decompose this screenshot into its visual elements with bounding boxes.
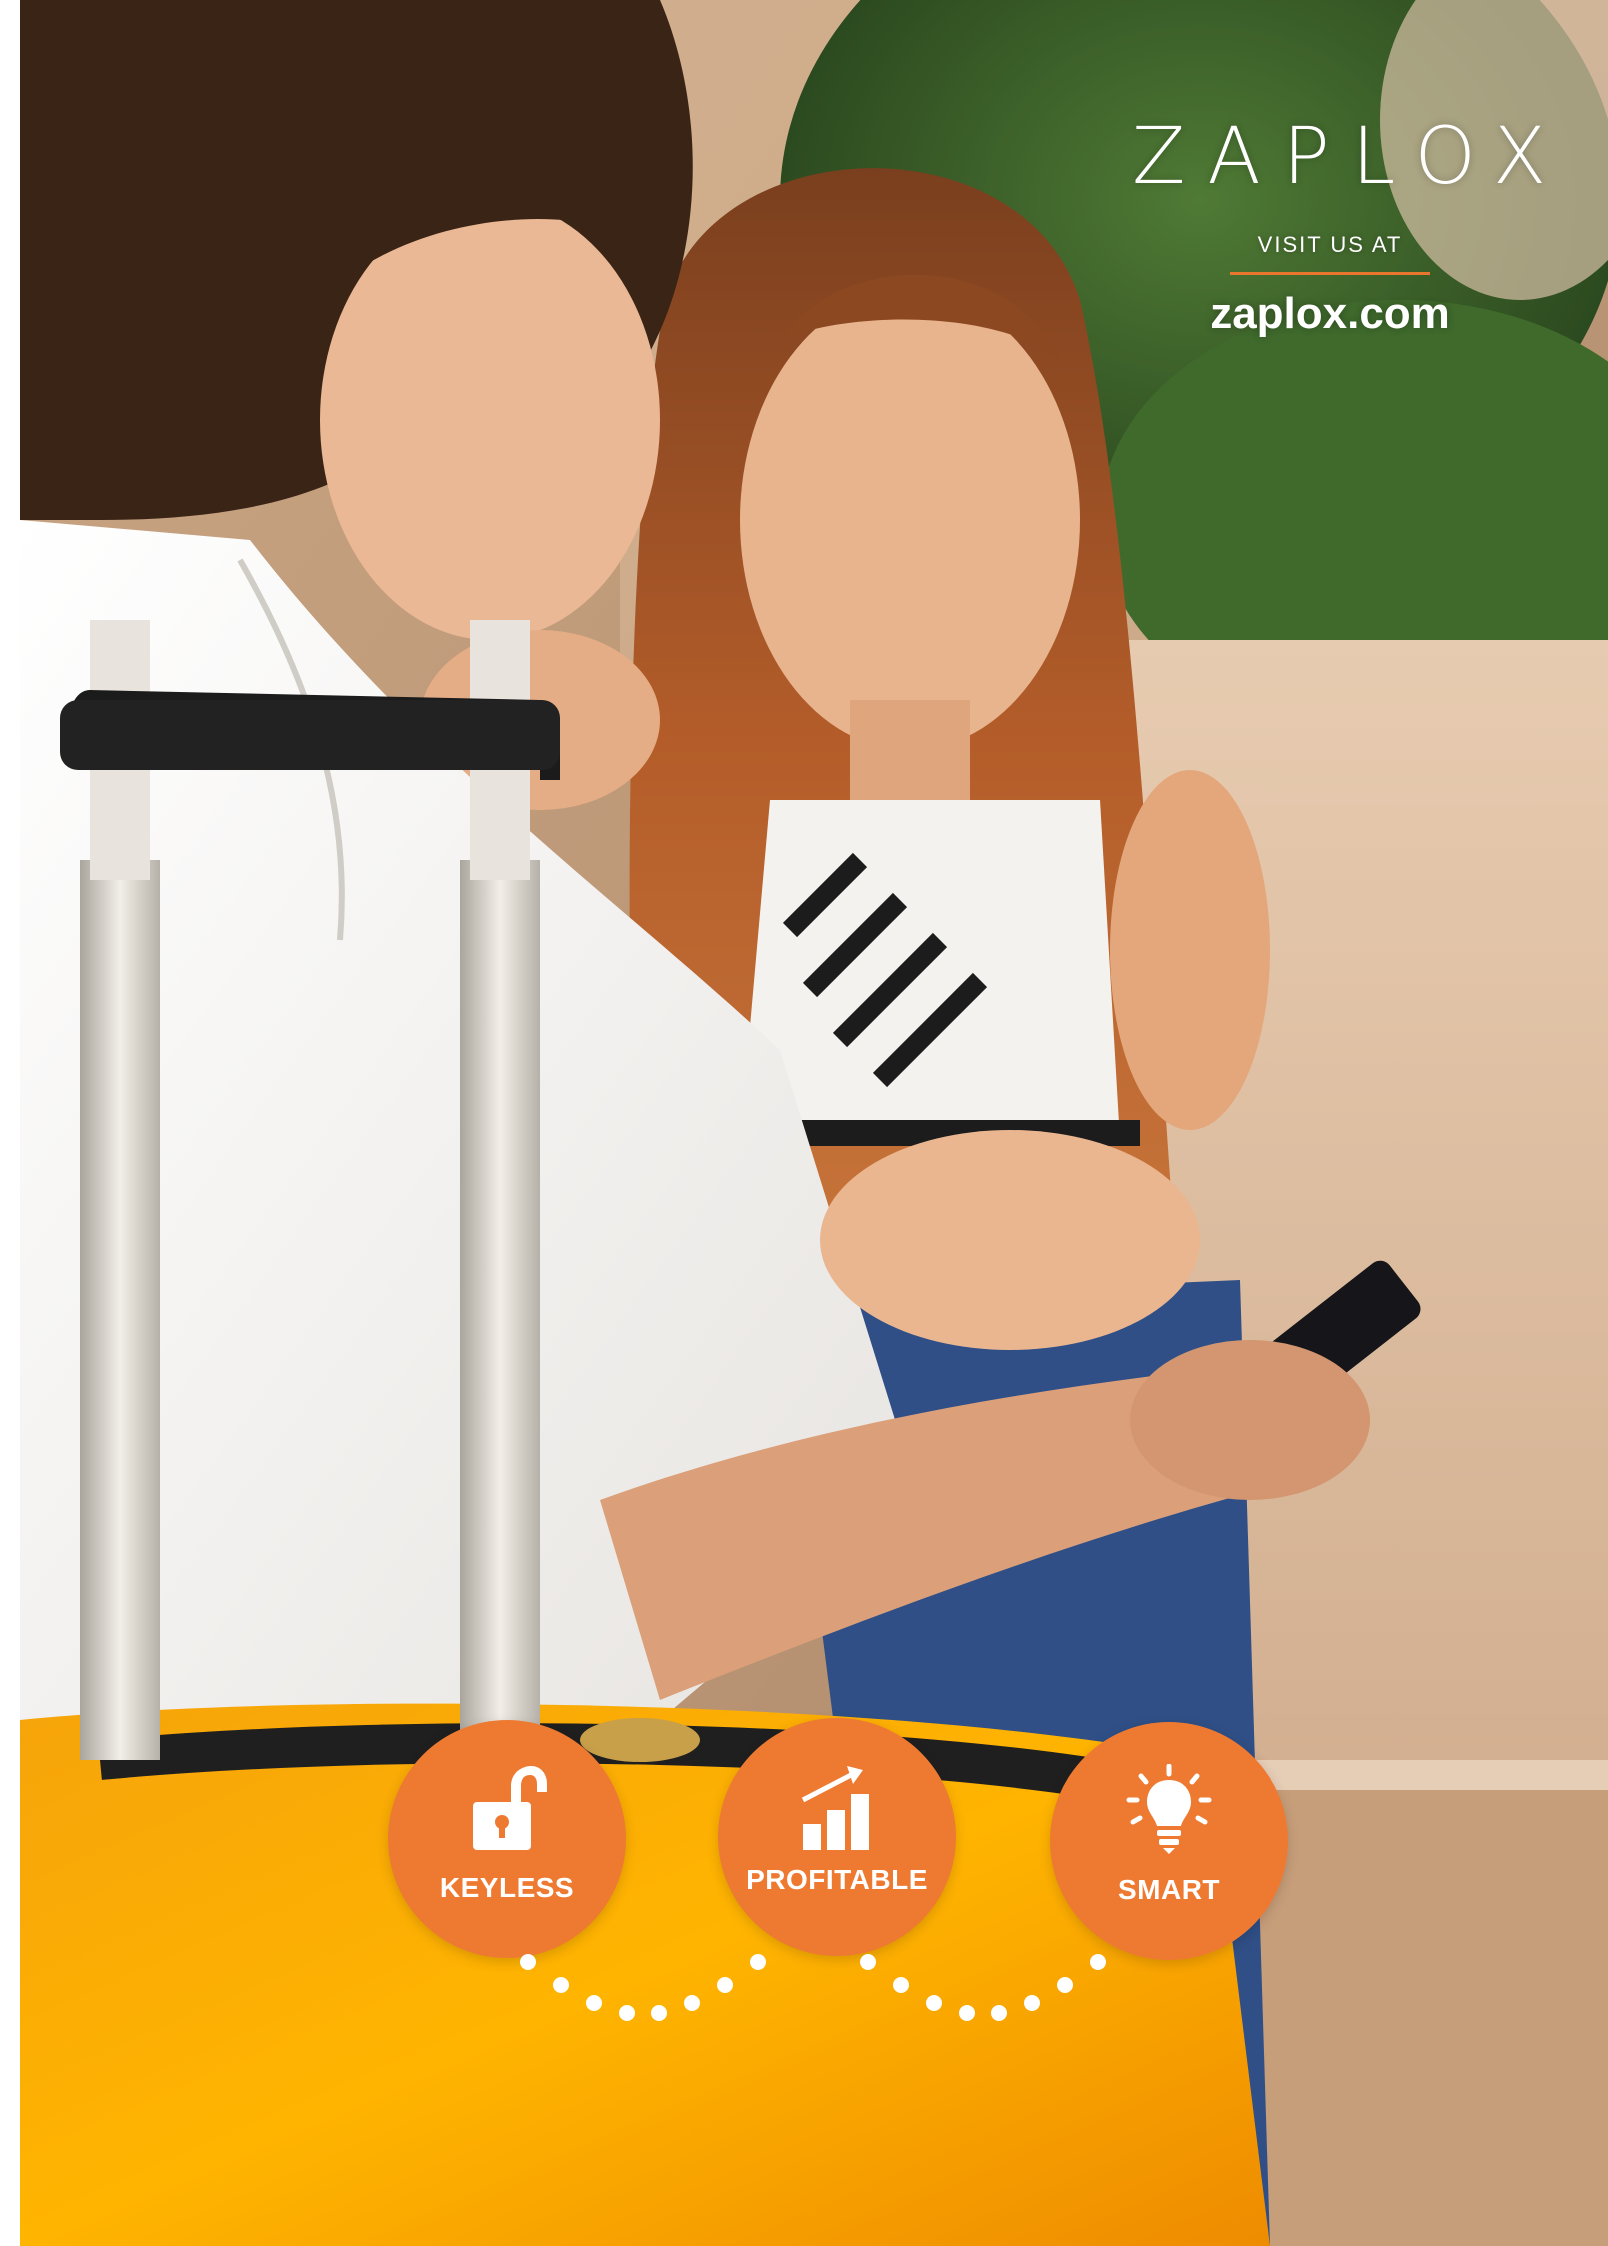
connector-dot — [991, 2004, 1008, 2021]
connector-dot — [860, 1954, 876, 1970]
connector-dot — [1024, 1994, 1041, 2011]
keyless-label: KEYLESS — [439, 1872, 575, 1903]
feature-badge-smart: SMART — [1050, 1722, 1288, 1960]
connector-dot — [1090, 1954, 1106, 1970]
orange-divider — [1230, 272, 1430, 275]
connector-dot — [1057, 1976, 1074, 1993]
poster: ZAPLOX VISIT US AT zaplox.com KEYLESS PR… — [0, 0, 1608, 2246]
connector-dot — [684, 1994, 701, 2011]
unlocked-padlock-icon — [388, 1762, 626, 1854]
feature-badge-keyless: KEYLESS — [388, 1720, 626, 1958]
connector-dot — [651, 2004, 668, 2021]
visit-label: VISIT US AT — [1257, 232, 1403, 257]
connector-dot — [892, 1976, 909, 1993]
zaplox-logo: ZAPLOX — [1132, 112, 1569, 202]
connector-dot — [520, 1954, 536, 1970]
dotted-connector — [520, 1950, 1160, 2040]
profitable-label: PROFITABLE — [746, 1864, 928, 1895]
connector-dot — [585, 1994, 602, 2011]
rising-bar-chart-icon — [718, 1760, 956, 1852]
website-link[interactable]: zaplox.com — [1110, 289, 1550, 339]
connector-dot — [618, 2004, 635, 2021]
connector-dot — [750, 1954, 766, 1970]
lightbulb-icon — [1050, 1764, 1288, 1856]
brand-block: ZAPLOX VISIT US AT zaplox.com — [1110, 118, 1550, 339]
connector-dot — [925, 1994, 942, 2011]
connector-dot — [958, 2004, 975, 2021]
connector-dot — [717, 1976, 734, 1993]
feature-badge-profitable: PROFITABLE — [718, 1718, 956, 1956]
smart-label: SMART — [1117, 1874, 1221, 1905]
connector-dot — [552, 1976, 569, 1993]
